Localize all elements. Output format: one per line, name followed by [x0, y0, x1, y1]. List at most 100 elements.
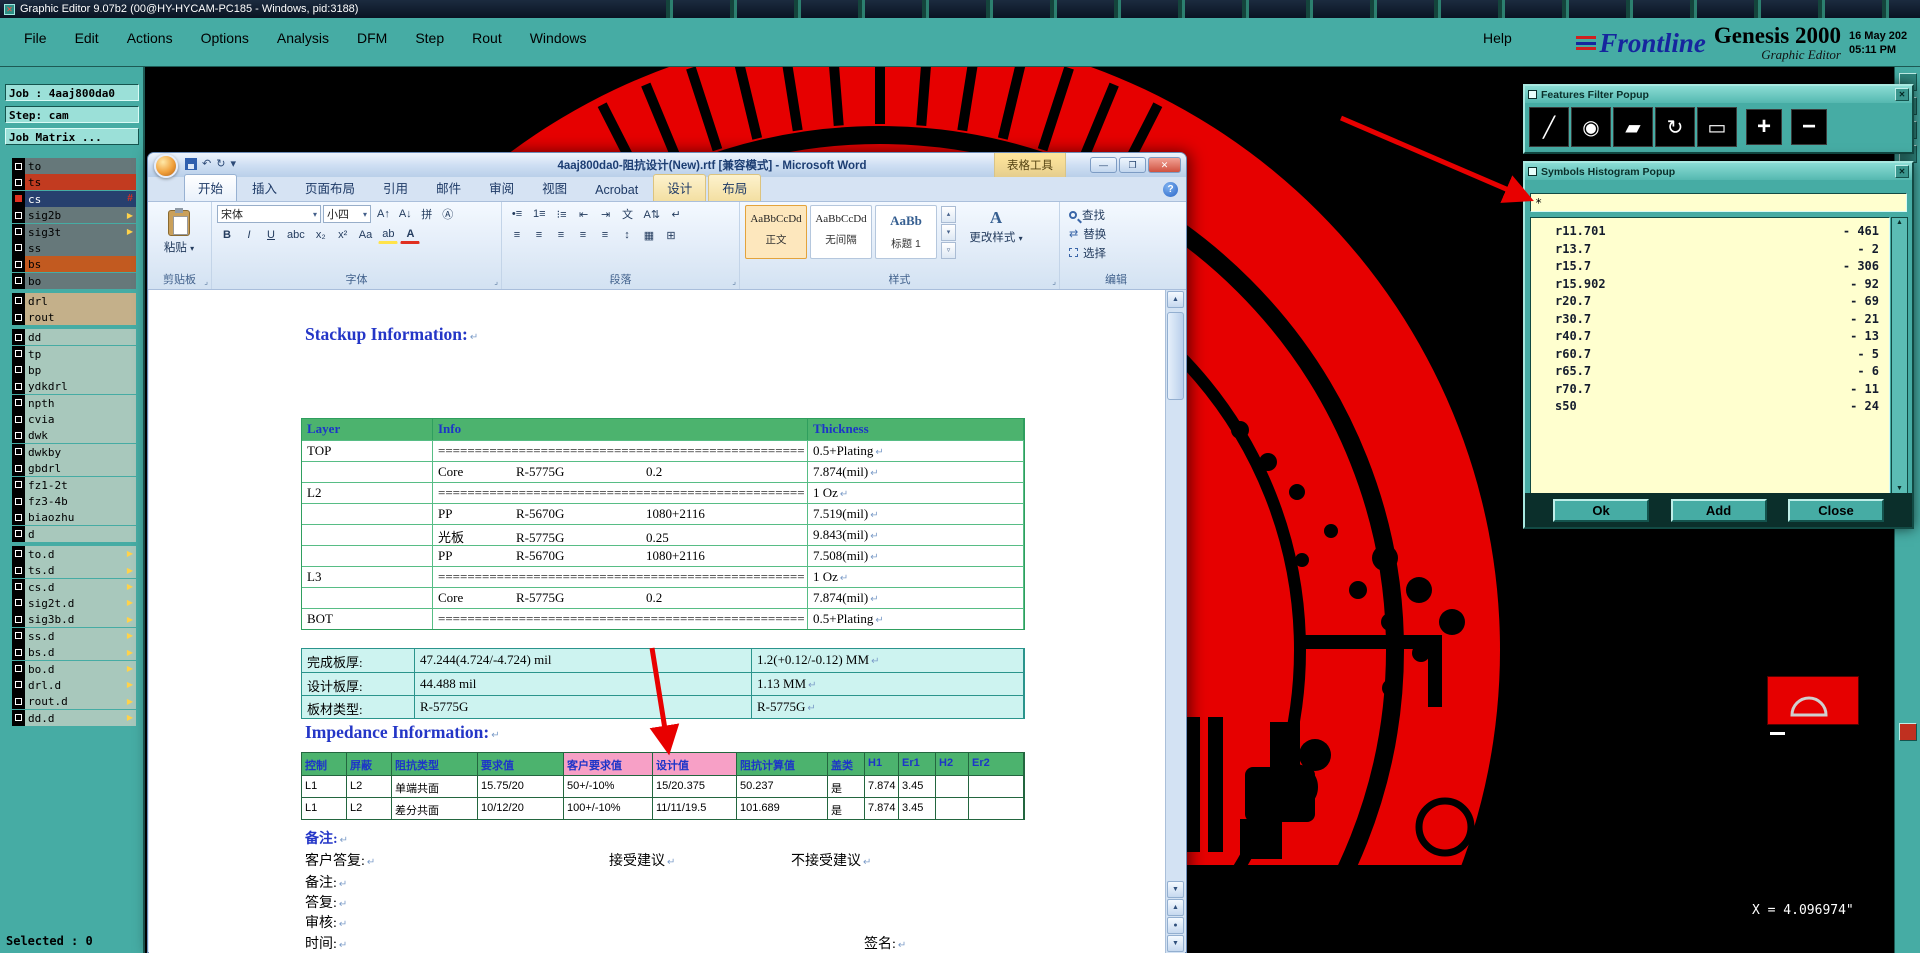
number-list-button[interactable]: 1≡ — [529, 205, 550, 223]
style-正文[interactable]: AaBbCcDd 正文 — [745, 205, 807, 259]
layer-visibility-checkbox[interactable] — [12, 460, 25, 477]
redo-icon[interactable]: ↻ — [216, 158, 225, 170]
layer-visibility-checkbox[interactable] — [12, 378, 25, 395]
style-gallery-expand-icon[interactable]: ▿ — [941, 242, 956, 259]
change-styles-button[interactable]: A 更改样式 ▾ — [960, 205, 1032, 245]
symbol-entry-r20.7[interactable]: r20.7- 69 — [1531, 294, 1889, 312]
layer-visibility-checkbox[interactable] — [12, 223, 25, 240]
layer-row-tp[interactable]: tp — [12, 345, 136, 362]
sort-button[interactable]: A⇅ — [640, 205, 665, 223]
close-button[interactable]: ✕ — [1148, 157, 1181, 173]
browse-previous-icon[interactable]: ▲ — [1167, 899, 1184, 916]
phonetic-guide-button[interactable]: 拼 — [417, 205, 437, 223]
menu-analysis[interactable]: Analysis — [277, 30, 329, 46]
word-tab-插入[interactable]: 插入 — [239, 175, 290, 201]
layer-visibility-checkbox[interactable] — [12, 361, 25, 378]
symbol-entry-r13.7[interactable]: r13.7- 2 — [1531, 242, 1889, 260]
layer-visibility-checkbox[interactable] — [12, 693, 25, 710]
bullet-list-button[interactable]: •≡ — [507, 205, 527, 223]
layer-visibility-checkbox[interactable] — [12, 411, 25, 428]
style-无间隔[interactable]: AaBbCcDd 无间隔 — [810, 205, 872, 259]
layer-row-to[interactable]: to — [12, 158, 136, 174]
layer-name[interactable]: sig2t.d — [25, 595, 124, 611]
layer-visibility-checkbox[interactable] — [12, 525, 25, 542]
layer-name[interactable]: bo.d — [25, 661, 124, 677]
layer-visibility-checkbox[interactable] — [12, 329, 25, 346]
style-scroll-up-icon[interactable]: ▴ — [941, 206, 956, 223]
layer-row-biaozhu[interactable]: biaozhu — [12, 509, 136, 526]
symbol-entry-r60.7[interactable]: r60.7- 5 — [1531, 347, 1889, 365]
include-plus-button[interactable]: + — [1746, 109, 1782, 145]
pad-filter-icon[interactable]: ◉ — [1571, 107, 1611, 147]
add-button[interactable]: Add — [1670, 498, 1767, 522]
dialog-launcher-icon[interactable]: ⌟ — [1052, 277, 1056, 286]
menu-help[interactable]: Help — [1483, 30, 1512, 46]
subscript-button[interactable]: x₂ — [311, 226, 331, 244]
right-toolbar-icon[interactable] — [1898, 723, 1917, 741]
layer-name[interactable]: ss — [25, 240, 124, 256]
layer-name[interactable]: to.d — [25, 546, 124, 562]
align-left-button[interactable]: ≡ — [507, 226, 527, 244]
layer-row-dd.d[interactable]: dd.d ▶ — [12, 709, 136, 726]
align-right-button[interactable]: ≡ — [551, 226, 571, 244]
layer-row-ydkdrl[interactable]: ydkdrl — [12, 378, 136, 395]
layer-visibility-checkbox[interactable] — [12, 509, 25, 526]
layer-row-cvia[interactable]: cvia — [12, 411, 136, 428]
minimize-button[interactable]: — — [1090, 157, 1117, 173]
layer-name[interactable]: ss.d — [25, 628, 124, 644]
menu-windows[interactable]: Windows — [530, 30, 587, 46]
borders-button[interactable]: ⊞ — [661, 226, 681, 244]
layer-name[interactable]: dwkby — [25, 444, 124, 460]
justify-button[interactable]: ≡ — [573, 226, 593, 244]
close-button[interactable]: Close — [1788, 498, 1884, 522]
word-tab-布局[interactable]: 布局 — [708, 174, 762, 201]
layer-visibility-checkbox[interactable] — [12, 427, 25, 444]
layer-row-bs[interactable]: bs — [12, 256, 136, 273]
scroll-down-icon[interactable]: ▼ — [1892, 485, 1907, 492]
quick-access-dropdown-icon[interactable]: ▾ — [230, 158, 236, 170]
symbol-entry-r30.7[interactable]: r30.7- 21 — [1531, 312, 1889, 330]
superscript-button[interactable]: x² — [333, 226, 353, 244]
layer-name[interactable]: dd — [25, 329, 124, 345]
layer-row-sig2b[interactable]: sig2b ▶ — [12, 207, 136, 224]
ok-button[interactable]: Ok — [1553, 498, 1649, 522]
layer-row-fz3-4b[interactable]: fz3-4b — [12, 493, 136, 510]
exclude-minus-button[interactable]: − — [1791, 109, 1827, 145]
help-icon[interactable]: ? — [1163, 182, 1178, 197]
word-tab-开始[interactable]: 开始 — [184, 174, 238, 201]
layer-visibility-checkbox[interactable] — [12, 611, 25, 628]
symbol-entry-r40.7[interactable]: r40.7- 13 — [1531, 329, 1889, 347]
office-button[interactable] — [154, 154, 178, 178]
align-center-button[interactable]: ≡ — [529, 226, 549, 244]
menu-rout[interactable]: Rout — [472, 30, 502, 46]
layer-name[interactable]: cs — [25, 191, 124, 207]
italic-button[interactable]: I — [239, 226, 259, 244]
features-filter-titlebar[interactable]: Features Filter Popup ✕ — [1525, 86, 1912, 103]
layer-name[interactable]: rout — [25, 309, 124, 325]
change-case-button[interactable]: Aa — [355, 226, 376, 244]
decrease-indent-button[interactable]: ⇤ — [574, 205, 594, 223]
font-color-button[interactable]: A — [400, 226, 421, 244]
menu-actions[interactable]: Actions — [127, 30, 173, 46]
scroll-thumb[interactable] — [1167, 312, 1184, 400]
layer-row-to.d[interactable]: to.d ▶ — [12, 545, 136, 562]
word-document[interactable]: Stackup Information: ↵ Layer Info Thickness… — [149, 290, 1167, 953]
close-icon[interactable]: ✕ — [1895, 165, 1909, 178]
dialog-launcher-icon[interactable]: ⌟ — [732, 277, 736, 286]
layer-visibility-checkbox[interactable] — [12, 190, 25, 207]
asian-layout-button[interactable]: 文 — [618, 205, 638, 223]
layer-visibility-checkbox[interactable] — [12, 309, 25, 326]
layer-row-dwk[interactable]: dwk — [12, 427, 136, 444]
layer-visibility-checkbox[interactable] — [12, 443, 25, 460]
shading-button[interactable]: ▦ — [639, 226, 659, 244]
menu-file[interactable]: File — [24, 30, 47, 46]
layer-name[interactable]: npth — [25, 395, 124, 411]
style-标题 1[interactable]: AaBb 标题 1 — [875, 205, 937, 259]
layer-visibility-checkbox[interactable] — [12, 476, 25, 493]
scroll-up-icon[interactable]: ▲ — [1892, 219, 1907, 226]
layer-row-ts.d[interactable]: ts.d ▶ — [12, 562, 136, 579]
bold-button[interactable]: B — [217, 226, 237, 244]
select-button[interactable]: 选择 — [1065, 243, 1167, 262]
layer-name[interactable]: fz3-4b — [25, 493, 124, 509]
layer-name[interactable]: bp — [25, 362, 124, 378]
